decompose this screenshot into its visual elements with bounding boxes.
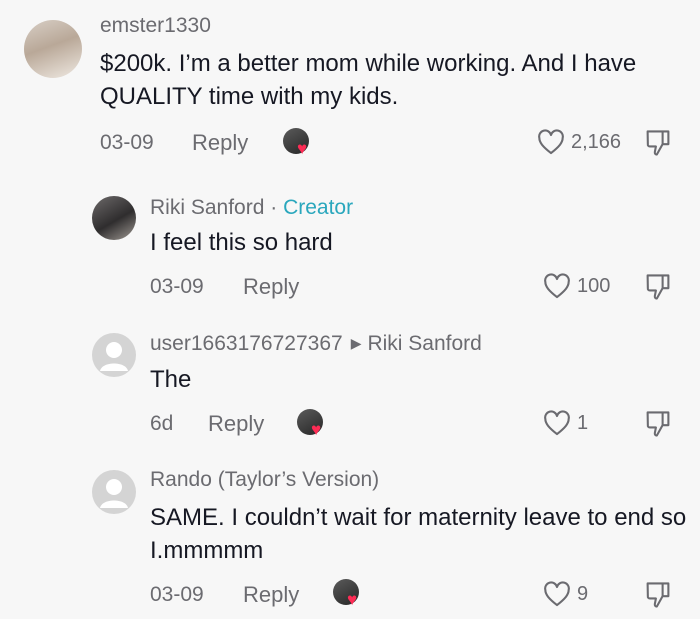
like-button[interactable]: 100	[543, 273, 610, 299]
heart-outline-icon	[544, 273, 570, 299]
badge-separator: ·	[264, 196, 284, 219]
avatar[interactable]	[92, 333, 136, 377]
reply-button[interactable]: Reply	[243, 582, 299, 608]
like-button[interactable]: 2,166	[537, 129, 621, 155]
heart-icon: ♥	[297, 139, 308, 158]
like-count: 2,166	[571, 130, 622, 153]
comment-text: $200k. I’m a better mom while working. A…	[100, 50, 637, 110]
username-link[interactable]: user1663176727367	[150, 332, 343, 355]
comment-username: Riki Sanford · Creator	[150, 196, 353, 220]
comment-date: 03-09	[100, 131, 154, 154]
heart-outline-icon	[544, 410, 570, 436]
thumbs-down-icon[interactable]	[644, 409, 672, 439]
like-button[interactable]: 1	[543, 410, 588, 436]
heart-icon: ♥	[347, 590, 358, 609]
heart-outline-icon	[544, 581, 570, 607]
comment-username: user1663176727367 ▶ Riki Sanford	[150, 332, 482, 356]
comment-username[interactable]: emster1330	[100, 14, 211, 38]
comment-date: 6d	[150, 412, 174, 435]
reply-arrow-icon: ▶	[350, 335, 362, 351]
reply-button[interactable]: Reply	[243, 274, 299, 300]
creator-badge: Creator	[283, 196, 354, 219]
thumbs-down-icon[interactable]	[644, 580, 672, 610]
like-count: 100	[577, 274, 611, 297]
thumbs-down-icon[interactable]	[644, 128, 672, 158]
reply-button[interactable]: Reply	[208, 411, 264, 437]
creator-liked-badge: ♥	[283, 128, 317, 162]
like-button[interactable]: 9	[543, 581, 588, 607]
comment-date: 03-09	[150, 275, 204, 298]
reply-button[interactable]: Reply	[192, 130, 248, 156]
like-count: 1	[577, 411, 589, 434]
avatar[interactable]	[92, 196, 136, 240]
avatar[interactable]	[92, 470, 136, 514]
comment-text: SAME. I couldn’t wait for maternity leav…	[150, 504, 687, 564]
comment-text: I feel this so hard	[150, 229, 333, 256]
default-avatar-icon	[100, 342, 128, 371]
comment-date: 03-09	[150, 583, 204, 606]
like-count: 9	[577, 582, 589, 605]
creator-liked-badge: ♥	[333, 579, 367, 613]
comment-text: The	[150, 366, 192, 393]
thumbs-down-icon[interactable]	[644, 272, 672, 302]
reply-to-username[interactable]: Riki Sanford	[367, 332, 481, 355]
heart-outline-icon	[538, 129, 564, 155]
heart-icon: ♥	[311, 420, 322, 439]
default-avatar-icon	[100, 479, 128, 508]
comment-username[interactable]: Rando (Taylor’s Version)	[150, 468, 379, 492]
avatar[interactable]	[24, 20, 82, 78]
creator-liked-badge: ♥	[297, 409, 331, 443]
username-link[interactable]: Riki Sanford	[150, 196, 264, 219]
